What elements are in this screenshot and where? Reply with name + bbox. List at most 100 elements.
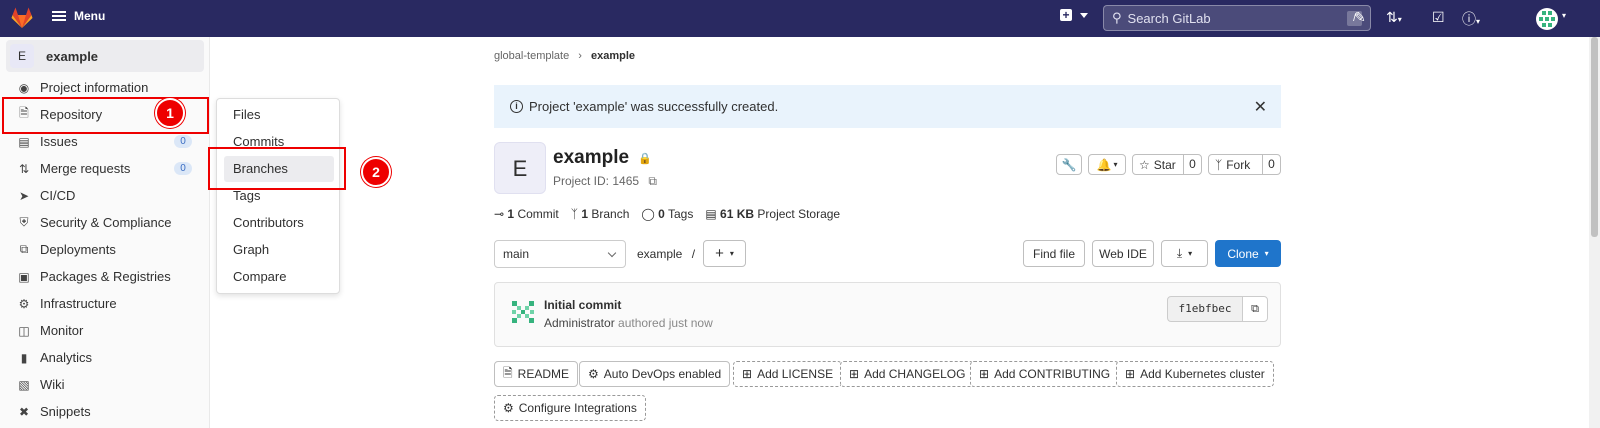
- info-icon: ◉: [18, 80, 30, 95]
- configure-integrations-button[interactable]: ⚙ Configure Integrations: [494, 395, 646, 421]
- flyout-item-contributors[interactable]: Contributors: [224, 210, 334, 236]
- page-scrollbar[interactable]: [1589, 37, 1600, 428]
- project-avatar-large: E: [494, 142, 546, 194]
- deployments-icon: ⧉: [19, 242, 29, 256]
- storage-icon: ▤: [705, 207, 717, 221]
- download-button[interactable]: ⤓ ▾: [1161, 240, 1208, 267]
- clone-label: Clone: [1227, 246, 1259, 261]
- star-button[interactable]: ☆ Star 0: [1132, 154, 1202, 175]
- top-navbar: Menu + ⚲ Search GitLab / ✎ ⇅▾ ☑ ⓘ▾ ▾: [0, 0, 1600, 37]
- search-icon: ⚲: [1112, 10, 1122, 25]
- sidebar-item-label: Security & Compliance: [40, 215, 172, 230]
- copy-icon: ⧉: [1251, 303, 1259, 315]
- sidebar-item-infrastructure[interactable]: ⚙ Infrastructure: [0, 290, 210, 317]
- plus-square-icon: +: [1060, 9, 1072, 21]
- add-to-tree-button[interactable]: + ▾: [703, 240, 746, 267]
- add-contributing-button[interactable]: ⊞ Add CONTRIBUTING: [970, 361, 1120, 387]
- scrollbar-thumb[interactable]: [1591, 37, 1598, 237]
- readme-button[interactable]: 🗎 README: [494, 361, 578, 387]
- add-kubernetes-cluster-button[interactable]: ⊞ Add Kubernetes cluster: [1116, 361, 1274, 387]
- fork-count[interactable]: 0: [1262, 155, 1280, 174]
- tags-stat[interactable]: ◯ 0 Tags: [641, 207, 693, 221]
- snippet-icon: ✖: [18, 404, 30, 419]
- sidebar-item-ci-cd[interactable]: ➤ CI/CD: [0, 182, 210, 209]
- fork-button[interactable]: ᛉ Fork 0: [1208, 154, 1281, 175]
- flyout-item-compare[interactable]: Compare: [224, 264, 334, 290]
- star-icon: ☆: [1139, 157, 1150, 172]
- user-avatar[interactable]: [1536, 8, 1558, 30]
- flyout-item-files[interactable]: Files: [224, 102, 334, 128]
- menu-label: Menu: [74, 9, 106, 23]
- repo-path-root[interactable]: example: [637, 247, 682, 261]
- add-changelog-button[interactable]: ⊞ Add CHANGELOG: [840, 361, 975, 387]
- project-title: example: [553, 147, 630, 168]
- copy-icon[interactable]: ⧉: [648, 174, 657, 188]
- clone-button[interactable]: Clone ▾: [1215, 240, 1281, 267]
- shield-icon: ⛨: [19, 215, 29, 229]
- web-ide-button[interactable]: Web IDE: [1092, 240, 1154, 267]
- merge-requests-icon[interactable]: ⇅▾: [1386, 9, 1402, 26]
- repo-path: example /: [637, 247, 695, 261]
- copy-sha-button[interactable]: ⧉: [1242, 296, 1268, 322]
- new-dropdown-button[interactable]: +: [1060, 9, 1088, 21]
- repo-path-separator: /: [691, 247, 696, 261]
- sidebar-item-packages-registries[interactable]: ▣ Packages & Registries: [0, 263, 210, 290]
- commit-sha[interactable]: f1ebfbec: [1167, 296, 1243, 322]
- find-file-button[interactable]: Find file: [1023, 240, 1085, 267]
- fork-icon: ᛉ: [1215, 157, 1223, 172]
- star-count[interactable]: 0: [1183, 155, 1201, 174]
- sidebar-item-merge-requests[interactable]: ⇅ Merge requests 0: [0, 155, 210, 182]
- sidebar-item-deployments[interactable]: ⧉ Deployments: [0, 236, 210, 263]
- breadcrumb-current-link[interactable]: example: [591, 50, 635, 62]
- add-license-button[interactable]: ⊞ Add LICENSE: [733, 361, 843, 387]
- menu-button[interactable]: Menu: [52, 9, 105, 23]
- package-icon: ▣: [18, 269, 30, 284]
- settings-icon: ⚙: [503, 401, 514, 415]
- sidebar-project-header[interactable]: E example: [6, 40, 204, 72]
- commit-author-link[interactable]: Administrator: [544, 316, 615, 330]
- issues-todo-icon[interactable]: ✎: [1354, 9, 1366, 26]
- breadcrumb-parent-link[interactable]: global-template: [494, 50, 569, 62]
- step-marker-2: 2: [361, 157, 391, 187]
- lock-icon: 🔒: [638, 153, 652, 165]
- project-sidebar: E example ◉ Project information 🗎 Reposi…: [0, 37, 210, 428]
- branch-icon: ᛉ: [570, 207, 578, 221]
- chevron-down-icon: ▾: [1113, 160, 1118, 169]
- chevron-down-icon: ▾: [1188, 249, 1193, 258]
- download-icon: ⤓: [1176, 246, 1183, 260]
- plus-square-icon: ⊞: [1125, 367, 1136, 381]
- settings-icon: ⚙: [588, 367, 599, 381]
- notifications-button[interactable]: 🔔 ▾: [1088, 154, 1126, 175]
- sidebar-item-wiki[interactable]: ▧ Wiki: [0, 371, 210, 398]
- plus-icon: +: [715, 245, 724, 262]
- branch-selector-value: main: [503, 247, 530, 261]
- auto-devops-button[interactable]: ⚙ Auto DevOps enabled: [579, 361, 731, 387]
- sidebar-item-snippets[interactable]: ✖ Snippets: [0, 398, 210, 425]
- gitlab-logo-icon[interactable]: [10, 6, 34, 30]
- project-id-text: Project ID: 1465: [553, 174, 640, 188]
- fork-label: Fork: [1226, 157, 1251, 172]
- sidebar-item-label: Snippets: [40, 404, 91, 419]
- branch-selector[interactable]: main: [494, 240, 626, 268]
- project-avatar: E: [10, 44, 34, 68]
- close-icon[interactable]: ✕: [1254, 97, 1267, 117]
- branches-stat[interactable]: ᛉ 1 Branch: [571, 207, 630, 221]
- chevron-down-icon[interactable]: ▾: [1562, 11, 1566, 20]
- search-input[interactable]: ⚲ Search GitLab /: [1103, 5, 1371, 31]
- project-id: Project ID: 1465 ⧉: [553, 174, 657, 189]
- commits-stat[interactable]: ⊸ 1 Commit: [494, 207, 559, 221]
- sidebar-item-label: Deployments: [40, 242, 116, 257]
- todos-icon[interactable]: ☑: [1432, 9, 1445, 26]
- sidebar-item-monitor[interactable]: ◫ Monitor: [0, 317, 210, 344]
- settings-wrench-button[interactable]: 🔧: [1056, 154, 1082, 175]
- flyout-item-graph[interactable]: Graph: [224, 237, 334, 263]
- star-label: Star: [1153, 157, 1176, 172]
- wrench-icon: 🔧: [1061, 157, 1077, 172]
- commit-title-link[interactable]: Initial commit: [544, 298, 621, 312]
- sidebar-item-security-compliance[interactable]: ⛨ Security & Compliance: [0, 209, 210, 236]
- sidebar-item-analytics[interactable]: ▮ Analytics: [0, 344, 210, 371]
- help-icon[interactable]: ⓘ▾: [1462, 9, 1480, 29]
- chevron-down-icon: [607, 248, 617, 258]
- bell-icon: 🔔: [1096, 157, 1112, 172]
- sidebar-item-label: Project information: [40, 80, 149, 95]
